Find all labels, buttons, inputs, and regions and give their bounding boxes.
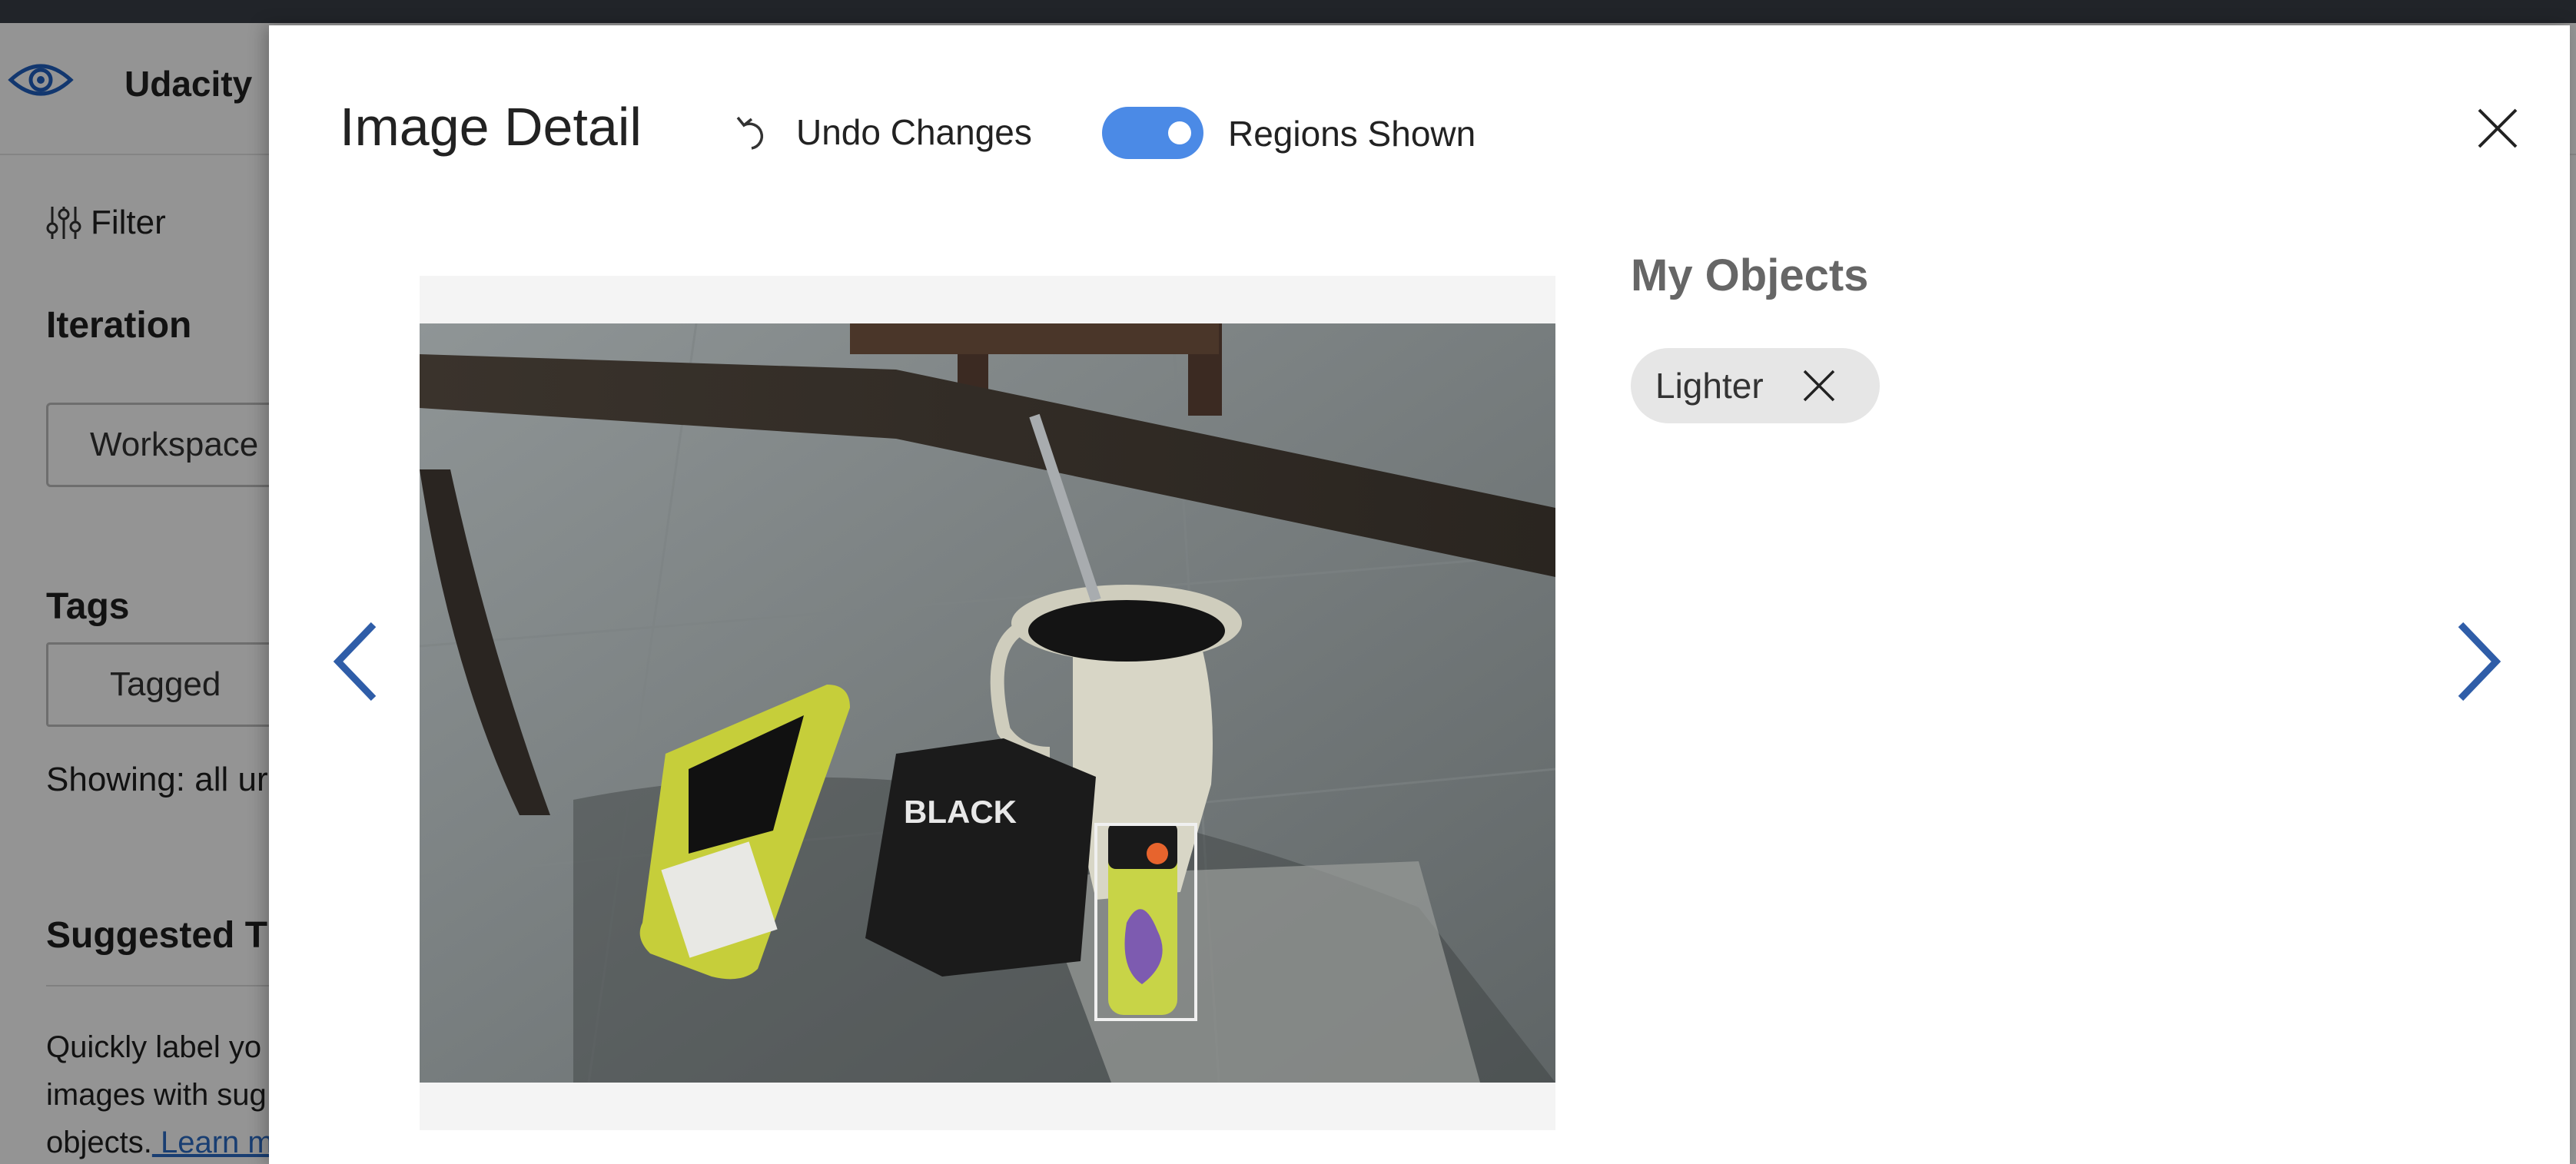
regions-shown-label: Regions Shown	[1228, 114, 1476, 154]
toggle-knob	[1168, 121, 1191, 144]
tagged-photo: BLACK	[420, 323, 1555, 1083]
close-icon[interactable]	[2468, 99, 2527, 158]
object-tag-chip[interactable]: Lighter	[1631, 348, 1880, 423]
object-tag-label: Lighter	[1655, 366, 1764, 406]
object-region-box[interactable]	[1094, 823, 1197, 1021]
modal-title: Image Detail	[340, 97, 642, 157]
my-objects-heading: My Objects	[1631, 250, 1869, 300]
image-canvas: BLACK	[420, 276, 1555, 1130]
regions-shown-toggle[interactable]	[1102, 107, 1203, 159]
svg-text:BLACK: BLACK	[904, 794, 1017, 830]
undo-icon	[736, 116, 764, 150]
chevron-right-icon[interactable]	[2447, 615, 2508, 708]
undo-changes-label: Undo Changes	[796, 112, 1032, 152]
undo-changes-button[interactable]: Undo Changes	[733, 105, 1032, 159]
image-detail-modal: Image Detail Undo Changes Regions Shown	[269, 25, 2570, 1164]
close-icon[interactable]	[1800, 366, 1838, 405]
chevron-left-icon[interactable]	[326, 615, 387, 708]
